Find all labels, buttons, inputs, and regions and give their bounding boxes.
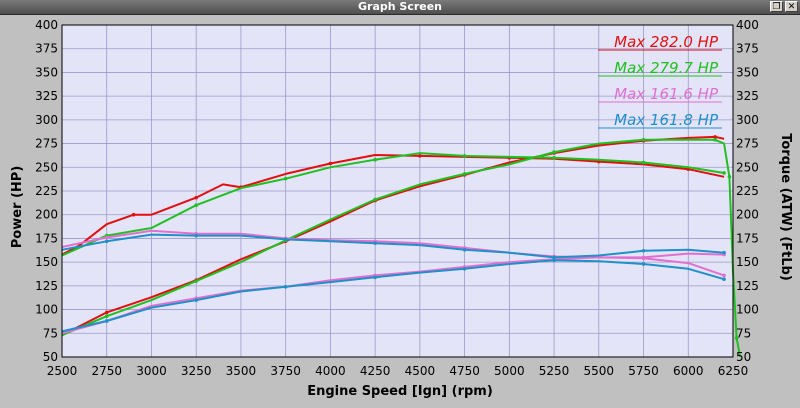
series-point	[552, 150, 556, 154]
series-point	[104, 235, 109, 240]
y-axis-title: Power (HP)	[10, 166, 25, 249]
x-tick-label: 4750	[449, 364, 480, 378]
y-axis-right-title: Torque (ATW) (FtLb)	[778, 133, 793, 281]
series-point	[373, 275, 377, 280]
series-point	[641, 262, 646, 266]
y-right-tick-label: 150	[736, 255, 759, 269]
x-tick-label: 2500	[47, 364, 78, 378]
y-tick-label: 200	[35, 208, 58, 222]
series-point	[552, 255, 556, 260]
series-point	[131, 212, 136, 217]
series-point	[552, 156, 556, 160]
series-point	[194, 195, 198, 200]
y-right-tick-label: 125	[736, 279, 759, 293]
x-axis-title: Engine Speed [Ign] (rpm)	[307, 384, 493, 399]
series-point	[641, 137, 646, 142]
y-right-tick-label: 275	[736, 137, 759, 151]
series-point	[328, 161, 333, 166]
y-tick-label: 75	[43, 326, 58, 340]
dyno-chart: 2500 2750 3000 3250 3500 3750 4000 4250 4500 4750…	[10, 18, 793, 399]
y-right-tick-label: 200	[736, 208, 759, 222]
legend-entry: Max 279.7 HP	[614, 59, 719, 77]
series-point	[722, 171, 726, 175]
y-tick-label: 250	[35, 160, 58, 174]
y-right-tick-label: 100	[736, 303, 759, 317]
x-tick-label: 5250	[539, 364, 570, 378]
y-right-tick-label: 250	[736, 160, 759, 174]
x-tick-label: 4250	[360, 364, 391, 378]
title-bar: Graph Screen ❐ ✕	[0, 0, 800, 15]
x-tick-label: 5000	[494, 364, 525, 378]
y-tick-label: 125	[35, 279, 58, 293]
y-tick-label: 350	[35, 65, 58, 79]
x-tick-label: 4000	[315, 364, 346, 378]
x-tick-label: 5500	[584, 364, 615, 378]
series-point	[722, 250, 726, 255]
window-title: Graph Screen	[357, 0, 443, 13]
y-tick-label: 300	[35, 113, 58, 127]
y-right-tick-label: 300	[736, 113, 759, 127]
x-tick-label: 3750	[270, 364, 301, 378]
series-point	[722, 273, 726, 278]
series-point	[283, 237, 288, 242]
legend-entry: Max 282.0 HP	[614, 33, 719, 51]
series-point	[283, 176, 288, 181]
series-point	[104, 314, 109, 319]
x-tick-label: 3000	[136, 364, 167, 378]
y-tick-label: 275	[35, 137, 58, 151]
series-point	[373, 241, 377, 245]
series-point	[373, 157, 377, 162]
series-point	[462, 154, 467, 158]
legend-entry: Max 161.8 HP	[614, 111, 719, 129]
y-tick-label: 50	[43, 350, 58, 364]
y-tick-label: 150	[35, 255, 58, 269]
series-point	[462, 248, 467, 252]
y-right-tick-label: 325	[736, 89, 759, 103]
x-tick-label: 6250	[718, 364, 749, 378]
series-point	[462, 266, 467, 271]
series-point	[722, 277, 726, 282]
series-point	[104, 319, 109, 323]
y-axis-right-ticks: 400 375 350 325 300 275 250 225 200 175 150 125 100 7…	[736, 18, 759, 364]
x-tick-label: 3500	[226, 364, 257, 378]
y-tick-label: 100	[35, 303, 58, 317]
series-point	[462, 172, 467, 176]
series-point	[641, 248, 646, 253]
series-point	[194, 298, 198, 302]
y-right-tick-label: 75	[736, 326, 751, 340]
series-point	[727, 174, 732, 179]
series-point	[283, 285, 288, 289]
restore-button[interactable]: ❐	[770, 1, 783, 12]
y-right-tick-label: 400	[736, 18, 759, 32]
y-right-tick-label: 225	[736, 184, 759, 198]
legend-entry: Max 161.6 HP	[614, 85, 719, 103]
series-point	[104, 310, 109, 315]
series-point	[418, 154, 422, 158]
series-point	[104, 239, 109, 244]
x-tick-label: 6000	[673, 364, 704, 378]
y-right-tick-label: 375	[736, 42, 759, 56]
x-tick-label: 4500	[405, 364, 436, 378]
series-point	[641, 255, 646, 260]
x-tick-label: 3250	[181, 364, 212, 378]
y-tick-label: 375	[35, 42, 58, 56]
y-tick-label: 400	[35, 18, 58, 32]
y-right-tick-label: 50	[736, 350, 751, 364]
y-right-tick-label: 175	[736, 231, 759, 245]
series-point	[373, 197, 377, 202]
series-point	[194, 279, 198, 283]
series-point	[194, 203, 198, 208]
y-tick-label: 325	[35, 89, 58, 103]
x-axis-ticks: 2500 2750 3000 3250 3500 3750 4000 4250 4500 4750…	[47, 364, 749, 378]
series-point	[641, 160, 646, 165]
y-tick-label: 175	[35, 231, 58, 245]
y-tick-label: 225	[35, 184, 58, 198]
x-tick-label: 2750	[91, 364, 122, 378]
series-point	[194, 233, 198, 238]
y-right-tick-label: 350	[736, 65, 759, 79]
x-tick-label: 5750	[628, 364, 659, 378]
close-button[interactable]: ✕	[785, 1, 798, 12]
y-axis-ticks: 400 375 350 325 300 275 250 225 200 175 150 125 100 7…	[35, 18, 58, 364]
series-point	[713, 137, 717, 142]
